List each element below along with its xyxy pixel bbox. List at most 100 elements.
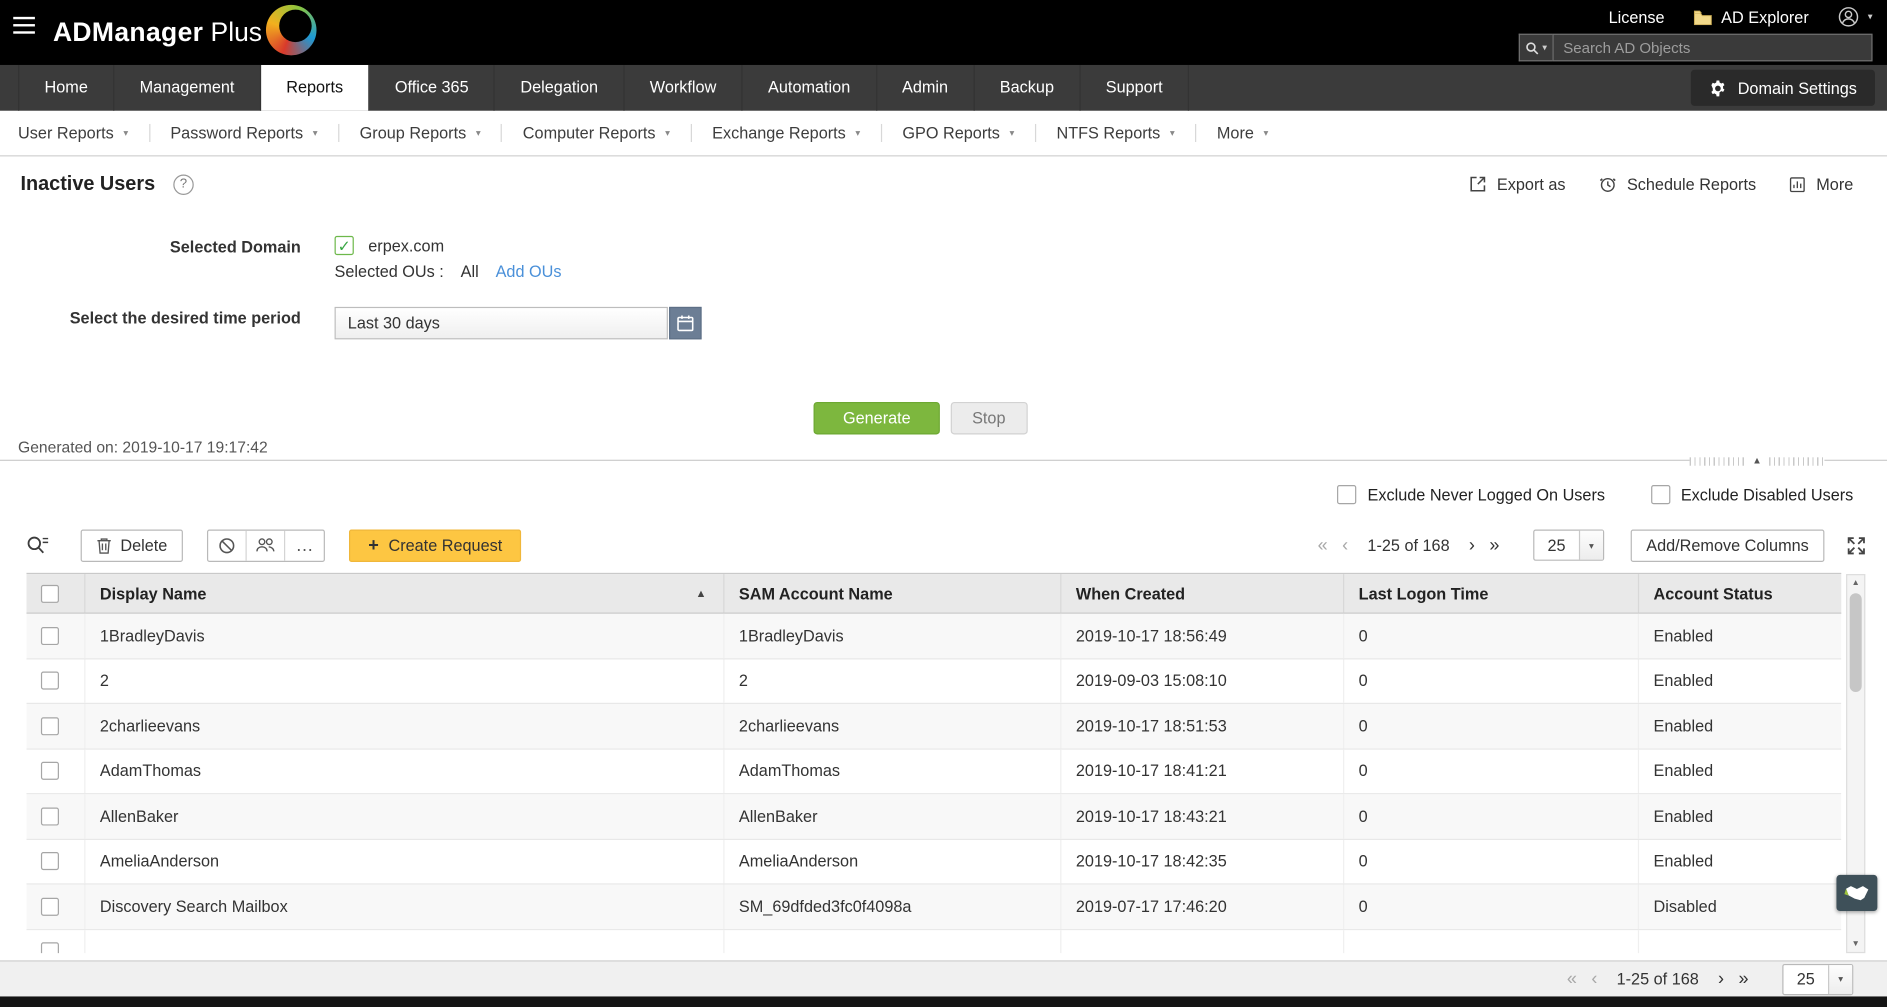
- export-as-button[interactable]: Export as: [1468, 174, 1566, 193]
- column-header-when-created[interactable]: When Created: [1060, 574, 1343, 613]
- footer-page-size-select[interactable]: 25 ▾: [1782, 963, 1853, 994]
- cell-last-logon-time: 0: [1343, 614, 1638, 658]
- chevron-down-icon: ▾: [1868, 12, 1873, 22]
- collapse-panel-handle[interactable]: ▲: [1690, 455, 1825, 467]
- scroll-thumb[interactable]: [1850, 593, 1862, 692]
- column-header-account-status[interactable]: Account Status: [1638, 574, 1841, 613]
- footer-first-page-button[interactable]: «: [1560, 970, 1584, 988]
- tab-office-365[interactable]: Office 365: [370, 65, 496, 111]
- tab-home[interactable]: Home: [18, 65, 114, 111]
- more-bulk-actions-button[interactable]: …: [285, 530, 324, 560]
- calendar-icon: [676, 314, 694, 332]
- table-row: 2charlieevans 2charlieevans 2019-10-17 1…: [26, 704, 1841, 749]
- row-select-cell: [26, 930, 84, 953]
- calendar-button[interactable]: [669, 307, 701, 339]
- users-icon: [255, 537, 275, 554]
- search-results-icon[interactable]: [25, 534, 49, 556]
- tab-backup[interactable]: Backup: [975, 65, 1081, 111]
- subnav-gpo-reports[interactable]: GPO Reports▾: [902, 124, 1014, 142]
- time-period-select[interactable]: Last 30 days: [335, 307, 668, 339]
- row-checkbox[interactable]: [41, 762, 59, 780]
- select-all-checkbox[interactable]: [41, 584, 59, 602]
- footer-last-page-button[interactable]: »: [1731, 970, 1755, 988]
- domain-settings-button[interactable]: Domain Settings: [1691, 70, 1875, 106]
- page-title: Inactive Users: [20, 173, 155, 196]
- copy-users-button[interactable]: [247, 530, 286, 560]
- license-link[interactable]: License: [1609, 8, 1665, 26]
- cell-sam-account-name: AmeliaAnderson: [723, 839, 1060, 883]
- exclude-never-logged-on-checkbox[interactable]: [1337, 485, 1356, 504]
- footer-prev-page-button[interactable]: ‹: [1584, 970, 1604, 988]
- footer-next-page-button[interactable]: ›: [1711, 970, 1731, 988]
- exclude-disabled-checkbox[interactable]: [1651, 485, 1670, 504]
- subnav-password-reports[interactable]: Password Reports▾: [170, 124, 317, 142]
- tab-admin[interactable]: Admin: [877, 65, 975, 111]
- cell-display-name: AllenBaker: [84, 794, 723, 838]
- subnav-user-reports[interactable]: User Reports▾: [18, 124, 128, 142]
- bulk-actions-group: …: [207, 529, 325, 561]
- more-actions-button[interactable]: More: [1789, 175, 1854, 193]
- cell-account-status: Disabled: [1638, 885, 1841, 929]
- column-header-display-name[interactable]: Display Name ▲: [84, 574, 723, 613]
- row-checkbox[interactable]: [41, 852, 59, 870]
- exclude-never-logged-on-filter[interactable]: Exclude Never Logged On Users: [1337, 485, 1605, 504]
- tab-support[interactable]: Support: [1080, 65, 1189, 111]
- schedule-reports-button[interactable]: Schedule Reports: [1598, 174, 1756, 193]
- tab-automation[interactable]: Automation: [743, 65, 877, 111]
- tab-management[interactable]: Management: [114, 65, 261, 111]
- prev-page-button[interactable]: ‹: [1335, 536, 1355, 554]
- selected-domain-value: ✓ erpex.com Selected OUs : All Add OUs: [335, 236, 562, 281]
- scroll-down-icon[interactable]: ▼: [1852, 936, 1860, 952]
- page-size-select[interactable]: 25 ▾: [1533, 530, 1604, 561]
- column-header-sam-account-name[interactable]: SAM Account Name: [723, 574, 1060, 613]
- export-icon: [1468, 174, 1487, 193]
- cell-account-status: Enabled: [1638, 704, 1841, 748]
- first-page-button[interactable]: «: [1310, 536, 1334, 554]
- add-ous-link[interactable]: Add OUs: [496, 262, 562, 280]
- row-checkbox[interactable]: [41, 943, 59, 954]
- help-icon[interactable]: ?: [173, 174, 193, 194]
- column-header-last-logon-time[interactable]: Last Logon Time: [1343, 574, 1638, 613]
- add-remove-columns-button[interactable]: Add/Remove Columns: [1631, 529, 1825, 561]
- generate-button[interactable]: Generate: [814, 402, 940, 434]
- chevron-down-icon: ▾: [123, 128, 128, 139]
- row-checkbox[interactable]: [41, 627, 59, 645]
- expand-table-button[interactable]: [1846, 535, 1866, 555]
- search-scope-button[interactable]: ▾: [1519, 34, 1553, 62]
- subnav-exchange-reports[interactable]: Exchange Reports▾: [712, 124, 860, 142]
- selected-ous-value: All: [461, 262, 479, 280]
- ad-explorer-link[interactable]: AD Explorer: [1693, 8, 1808, 26]
- row-checkbox[interactable]: [41, 897, 59, 915]
- selected-ous-line: Selected OUs : All Add OUs: [335, 262, 562, 280]
- next-page-button[interactable]: ›: [1462, 536, 1482, 554]
- tab-workflow[interactable]: Workflow: [625, 65, 743, 111]
- create-request-button[interactable]: + Create Request: [349, 529, 521, 561]
- subnav-group-reports[interactable]: Group Reports▾: [360, 124, 481, 142]
- cell-last-logon-time: [1343, 930, 1638, 953]
- tab-delegation[interactable]: Delegation: [495, 65, 624, 111]
- support-chat-button[interactable]: [1836, 875, 1877, 911]
- subnav-more[interactable]: More▾: [1217, 124, 1268, 142]
- generate-row: Generate Stop: [0, 402, 1841, 434]
- subnav-ntfs-reports[interactable]: NTFS Reports▾: [1056, 124, 1174, 142]
- disable-users-button[interactable]: [208, 530, 247, 560]
- cell-sam-account-name: SM_69dfded3fc0f4098a: [723, 885, 1060, 929]
- hamburger-menu-icon[interactable]: [13, 24, 35, 26]
- user-account-button[interactable]: ▾: [1838, 6, 1873, 28]
- search-input[interactable]: [1552, 34, 1872, 62]
- domain-checkbox[interactable]: ✓: [335, 236, 354, 255]
- row-checkbox[interactable]: [41, 672, 59, 690]
- delete-button[interactable]: Delete: [81, 529, 183, 561]
- scroll-up-icon[interactable]: ▲: [1852, 575, 1860, 591]
- exclude-disabled-filter[interactable]: Exclude Disabled Users: [1651, 485, 1854, 504]
- exclude-filters: Exclude Never Logged On Users Exclude Di…: [0, 481, 1887, 507]
- topbar-right: License AD Explorer ▾ ▾: [1519, 6, 1873, 61]
- chevron-down-icon: ▾: [1579, 531, 1603, 560]
- subnav-computer-reports[interactable]: Computer Reports▾: [523, 124, 670, 142]
- row-checkbox[interactable]: [41, 717, 59, 735]
- row-checkbox[interactable]: [41, 807, 59, 825]
- tab-reports[interactable]: Reports: [261, 65, 370, 111]
- last-page-button[interactable]: »: [1482, 536, 1506, 554]
- cell-sam-account-name: [723, 930, 1060, 953]
- stop-button[interactable]: Stop: [950, 402, 1027, 434]
